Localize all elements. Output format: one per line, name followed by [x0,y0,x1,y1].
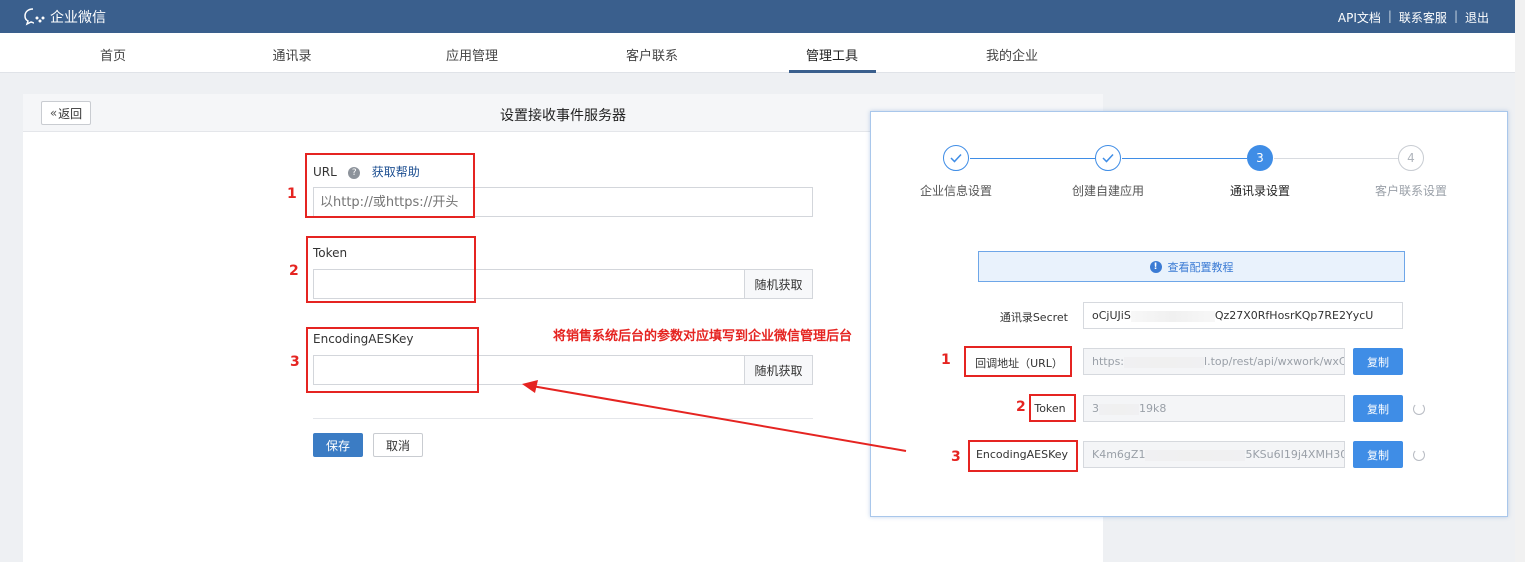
logout-link[interactable]: 退出 [1465,9,1489,26]
highlight-box-token [306,236,476,303]
support-link[interactable]: 联系客服 [1399,9,1447,26]
page-scrollbar[interactable] [1515,0,1525,562]
nav-contacts[interactable]: 通讯录 [272,45,311,64]
secret-value-start: oCjUJiS [1092,309,1131,322]
token-field[interactable]: 3 19k8 [1083,395,1345,422]
tutorial-banner[interactable]: ! 查看配置教程 [978,251,1405,282]
nav-my-company[interactable]: 我的企业 [986,45,1038,64]
redaction-blur [1145,449,1246,461]
nav-apps[interactable]: 应用管理 [446,45,498,64]
separator: | [1387,9,1392,23]
step-1-label: 企业信息设置 [919,184,993,198]
wecom-logo-icon [24,8,45,26]
token-value-end: 19k8 [1139,402,1167,415]
highlight-box-url [305,153,475,218]
cancel-button[interactable]: 取消 [373,433,423,457]
redaction-blur [1099,403,1139,415]
top-links: API文档 | 联系客服 | 退出 [1338,9,1489,26]
top-bar: 企业微信 API文档 | 联系客服 | 退出 [0,0,1515,33]
copy-token-button[interactable]: 复制 [1353,395,1403,422]
tutorial-link: 查看配置教程 [1167,260,1234,274]
step-connector [1122,158,1247,159]
marker-3: 3 [290,354,300,370]
highlight-box-callback [964,346,1072,377]
aes-value-end: 5KSu6I19j4XMH30dr [1245,448,1344,461]
secret-value-end: Qz27X0RfHosrKQp7RE2YycU [1214,309,1374,322]
callback-value-start: https: [1092,355,1125,368]
step-3-circle: 3 [1247,145,1273,171]
instruction-annotation: 将销售系统后台的参数对应填写到企业微信管理后台 [553,329,853,344]
secret-field[interactable]: oCjUJiS Qz27X0RfHosrKQp7RE2YycU [1083,302,1403,329]
info-icon: ! [1149,260,1162,273]
save-button[interactable]: 保存 [313,433,363,457]
step-2-check-icon [1095,145,1121,171]
config-screenshot-panel: 3 4 企业信息设置 创建自建应用 通讯录设置 客户联系设置 ! 查看配置教程 … [870,111,1508,517]
aes-value-start: K4m6gZ1 [1092,448,1146,461]
highlight-box-token-r [1029,394,1076,422]
token-random-button[interactable]: 随机获取 [744,269,813,299]
step-connector [970,158,1095,159]
redaction-blur [1124,356,1205,368]
app-logo[interactable]: 企业微信 [24,7,106,27]
nav-home[interactable]: 首页 [100,45,126,64]
step-3-label: 通讯录设置 [1229,184,1291,198]
marker-1: 1 [287,186,297,202]
marker-2-r: 2 [1016,399,1026,415]
separator: | [1453,9,1458,23]
refresh-aes-icon[interactable] [1413,449,1425,461]
callback-url-field[interactable]: https: l.top/rest/api/wxwork/wxCa [1083,348,1345,375]
refresh-token-icon[interactable] [1413,403,1425,415]
step-2-label: 创建自建应用 [1071,184,1145,198]
copy-callback-button[interactable]: 复制 [1353,348,1403,375]
redaction-blur [1130,310,1215,322]
nav-customer[interactable]: 客户联系 [626,45,678,64]
secret-label: 通讯录Secret [999,311,1068,324]
double-chevron-left-icon: « [49,106,58,120]
marker-1-r: 1 [941,352,951,368]
step-4-circle: 4 [1398,145,1424,171]
divider [313,418,813,419]
token-value-start: 3 [1092,402,1099,415]
nav-tools[interactable]: 管理工具 [806,45,858,64]
main-nav: 首页 通讯录 应用管理 客户联系 管理工具 我的企业 [0,33,1515,73]
step-connector [1274,158,1398,159]
nav-active-indicator [789,70,876,73]
aes-random-button[interactable]: 随机获取 [744,355,813,385]
callback-value-end: l.top/rest/api/wxwork/wxCa [1204,355,1345,368]
marker-2: 2 [289,263,299,279]
api-docs-link[interactable]: API文档 [1338,9,1381,26]
highlight-box-aes-r [968,440,1078,472]
step-1-check-icon [943,145,969,171]
app-logo-text: 企业微信 [50,10,106,26]
marker-3-r: 3 [951,449,961,465]
back-label: 返回 [58,106,83,121]
aes-key-field[interactable]: K4m6gZ1 5KSu6I19j4XMH30dr [1083,441,1345,468]
highlight-box-aes [306,327,479,393]
step-4-label: 客户联系设置 [1374,184,1448,198]
copy-aes-button[interactable]: 复制 [1353,441,1403,468]
back-button[interactable]: « 返回 [41,101,91,125]
